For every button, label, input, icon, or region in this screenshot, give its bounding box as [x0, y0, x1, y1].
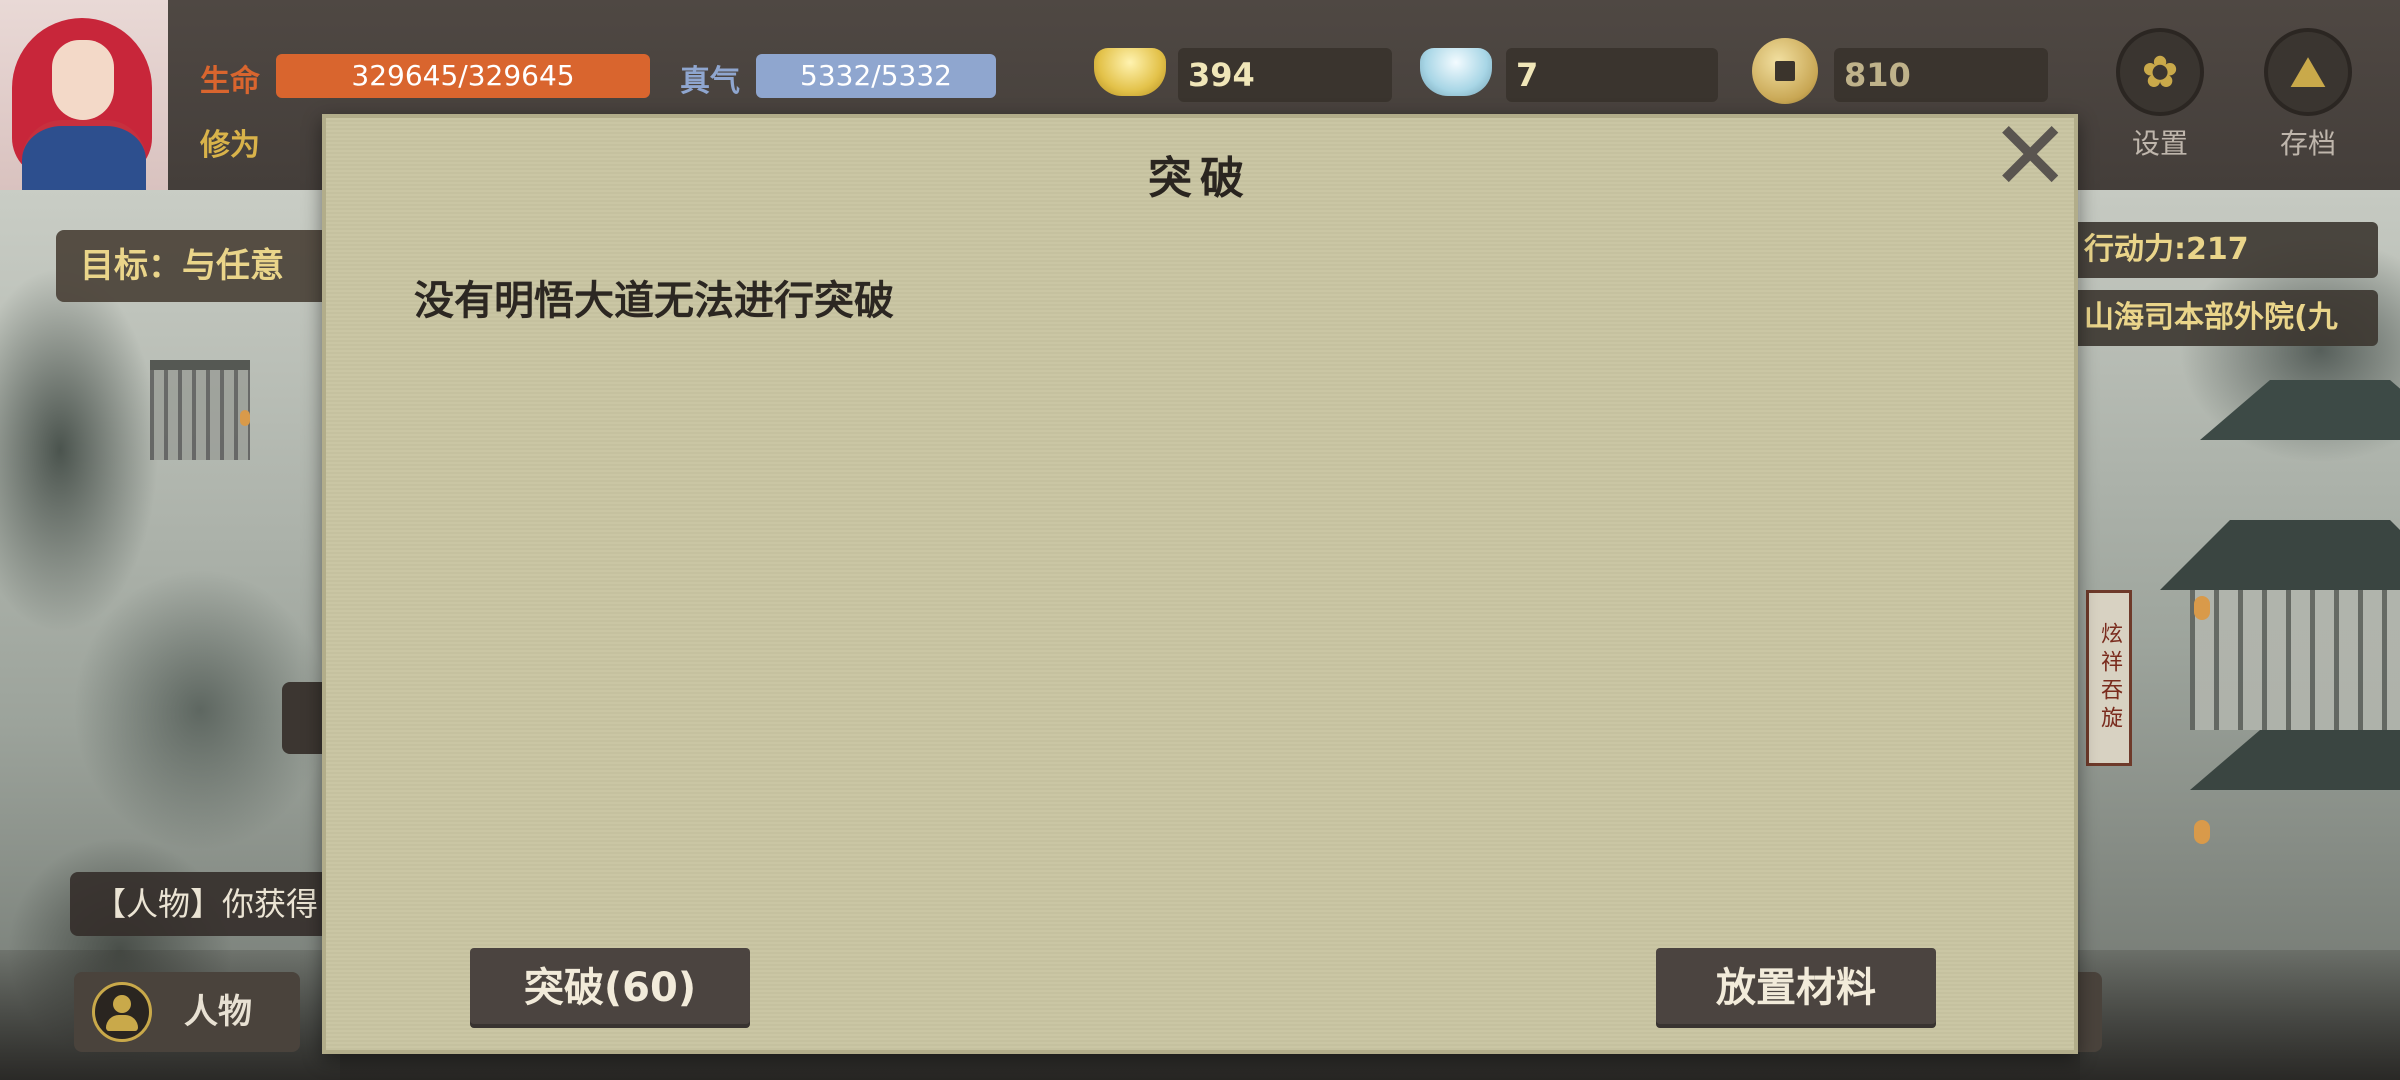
person-icon — [92, 982, 152, 1042]
cliff-scenery-left — [0, 190, 340, 1080]
quest-goal[interactable]: 目标：与任意 — [56, 230, 346, 302]
dialog-message: 没有明悟大道无法进行突破 — [414, 278, 894, 324]
portrait-face — [52, 40, 114, 120]
shop-banner: 炫祥吞旋 — [2086, 590, 2132, 766]
silver-amount: 7 — [1506, 48, 1718, 102]
hidden-bottom-button[interactable] — [2078, 972, 2102, 1052]
event-log: 【人物】你获得 — [70, 872, 360, 936]
pavilion-scenery — [150, 360, 250, 460]
coin-amount: 810 — [1834, 48, 2048, 102]
gold-ingot-icon — [1094, 48, 1166, 96]
hp-label: 生命 — [200, 64, 260, 99]
silver-ingot-icon — [1420, 48, 1492, 96]
breakthrough-button[interactable]: 突破(60) — [470, 948, 750, 1028]
lantern-icon — [240, 410, 250, 426]
mp-bar: 5332/5332 — [756, 54, 996, 98]
action-power: 行动力:217 — [2074, 222, 2378, 278]
pagoda-roof — [2160, 520, 2400, 590]
character-button[interactable]: 人物 — [74, 972, 300, 1052]
save-mountain-icon: ⛰ — [2264, 28, 2352, 116]
portrait-robe — [22, 120, 146, 190]
gold-amount: 394 — [1178, 48, 1392, 102]
game-screen: 炫祥吞旋 生命 329645/329645 真气 5332/5332 修为 39… — [0, 0, 2400, 1080]
pagoda-roof — [2190, 730, 2400, 790]
lantern-icon — [2194, 820, 2210, 844]
breakthrough-dialog: 突破 ✕ 没有明悟大道无法进行突破 突破(60) 放置材料 — [322, 108, 2078, 1054]
character-portrait[interactable] — [0, 0, 168, 190]
character-button-label: 人物 — [184, 992, 252, 1032]
save-button[interactable]: ⛰ 存档 — [2258, 28, 2358, 162]
settings-gear-icon: ✿ — [2116, 28, 2204, 116]
copper-coin-icon — [1752, 38, 1818, 104]
lantern-icon — [2194, 596, 2210, 620]
pagoda-roof — [2200, 380, 2400, 440]
settings-button[interactable]: ✿ 设置 — [2110, 28, 2210, 162]
dialog-title: 突破 — [1148, 153, 1252, 204]
close-icon[interactable]: ✕ — [1990, 108, 2070, 204]
pagoda-balcony — [2190, 590, 2400, 730]
hp-bar: 329645/329645 — [276, 54, 650, 98]
location-label[interactable]: 山海司本部外院(九 — [2074, 290, 2378, 346]
mp-label: 真气 — [680, 64, 740, 99]
cultivation-label: 修为 — [200, 128, 260, 163]
save-label: 存档 — [2279, 127, 2336, 160]
place-materials-button[interactable]: 放置材料 — [1656, 948, 1936, 1028]
settings-label: 设置 — [2131, 127, 2188, 160]
